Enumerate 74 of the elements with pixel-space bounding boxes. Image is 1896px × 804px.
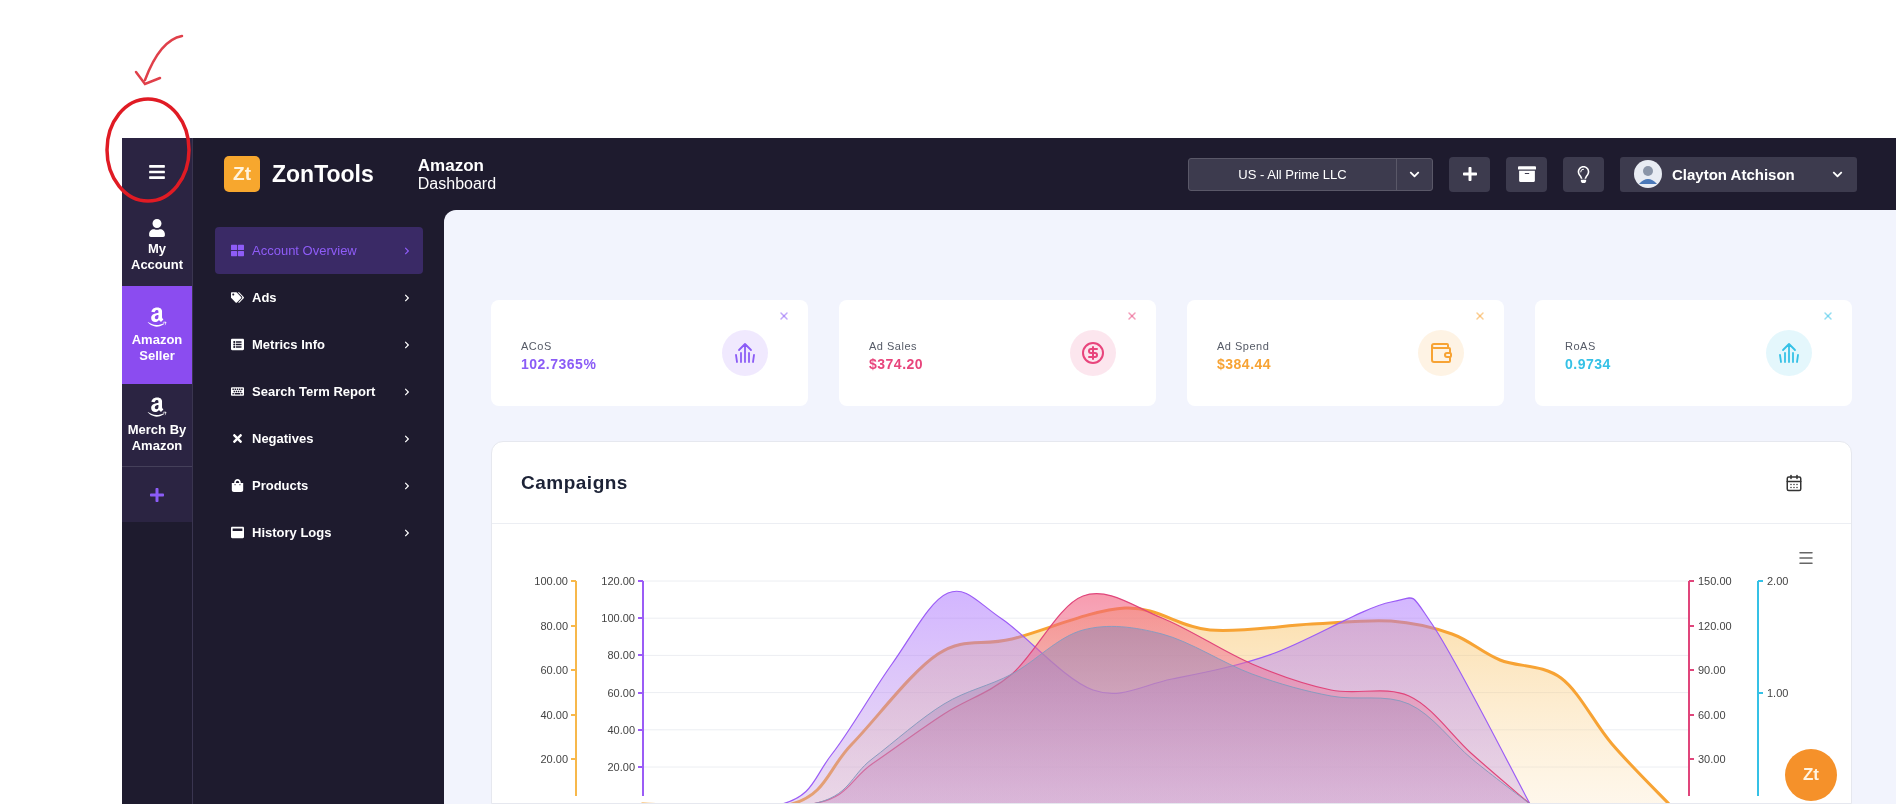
chevron-right-icon [403,387,411,396]
chevron-right-icon [403,246,411,255]
axis-tick-label: 150.00 [1698,575,1732,587]
rail-item[interactable]: Amazon Seller [122,286,192,384]
amazon-icon [146,396,168,418]
calendar-icon[interactable] [1785,473,1803,492]
chart-menu-icon[interactable] [1797,549,1815,567]
nav-item[interactable]: History Logs [215,509,423,556]
plus-icon [149,486,165,503]
axis-tick-label: 40.00 [607,723,635,736]
axis-tick-label: 80.00 [607,649,635,662]
page-subtitle: Dashboard [417,174,497,193]
user-icon [148,219,166,237]
list-icon [231,338,244,351]
chevron-right-icon [403,481,411,490]
stat-value: 102.7365% [521,356,598,372]
tags-icon [231,291,244,304]
nav-item[interactable]: Ads [215,274,423,321]
archive-button[interactable] [1506,156,1547,192]
axis-tick-label: 60.00 [540,664,568,677]
dollar-icon [1081,341,1105,365]
nav-item[interactable]: Negatives [215,415,423,462]
cross-icon [231,432,244,445]
grid-icon [231,244,244,257]
page-title: Amazon [417,155,485,175]
brand-logo: Zt [224,156,260,192]
panel-title: Campaigns [521,471,628,494]
growth-arrows-icon [1777,341,1801,365]
axis-tick-label: 90.00 [1698,664,1726,677]
axis-tick-label: 100.00 [601,612,635,625]
axis-tick-label: 2.00 [1767,575,1789,587]
plus-icon [1461,166,1478,182]
chevron-right-icon [403,528,411,537]
amazon-icon [146,306,168,328]
axis-tick-label: 60.00 [1698,708,1726,721]
nav-item[interactable]: Metrics Info [215,321,423,368]
brand-name: ZonTools [272,160,374,188]
keyboard-icon [231,385,244,398]
axis-tick-label: 30.00 [1698,753,1726,766]
rail-item[interactable]: Merch By Amazon [122,384,192,466]
axis-tick-label: 20.00 [607,760,635,773]
stat-label: Ad Sales [869,340,919,352]
account-select[interactable]: US - All Prime LLC [1188,157,1433,191]
stat-label: RoAS [1565,340,1597,352]
stat-label: ACoS [521,340,553,352]
chevron-right-icon [403,340,411,349]
axis-tick-label: 1.00 [1767,686,1789,699]
axis-tick-label: 40.00 [540,708,568,721]
window-icon [231,526,244,539]
nav-item[interactable]: Products [215,462,423,509]
user-menu-button[interactable]: Clayton Atchison [1620,156,1857,192]
add-button[interactable] [1449,156,1490,192]
rail-item[interactable]: My Account [122,206,192,286]
stat-value: $384.44 [1217,356,1273,372]
axis-tick-label: 120.00 [1698,619,1732,632]
chevron-right-icon [403,293,411,302]
chevron-right-icon [403,434,411,443]
axis-tick-label: 100.00 [534,575,568,587]
avatar-icon [1634,160,1662,188]
menu-icon [148,163,166,181]
axis-tick-label: 120.00 [601,575,635,587]
nav-item[interactable]: Search Term Report [215,368,423,415]
lightbulb-button[interactable] [1563,156,1604,192]
archive-box-icon [1517,165,1536,183]
axis-tick-label: 60.00 [607,686,635,699]
lightbulb-icon [1575,165,1592,183]
growth-arrows-icon [733,341,757,365]
stat-label: Ad Spend [1217,340,1271,352]
stat-value: 0.9734 [1565,356,1612,372]
axis-tick-label: 20.00 [540,753,568,766]
wallet-icon [1429,341,1453,365]
axis-tick-label: 80.00 [540,619,568,632]
shopping-bag-icon [231,479,244,492]
stat-value: $374.20 [869,356,925,372]
